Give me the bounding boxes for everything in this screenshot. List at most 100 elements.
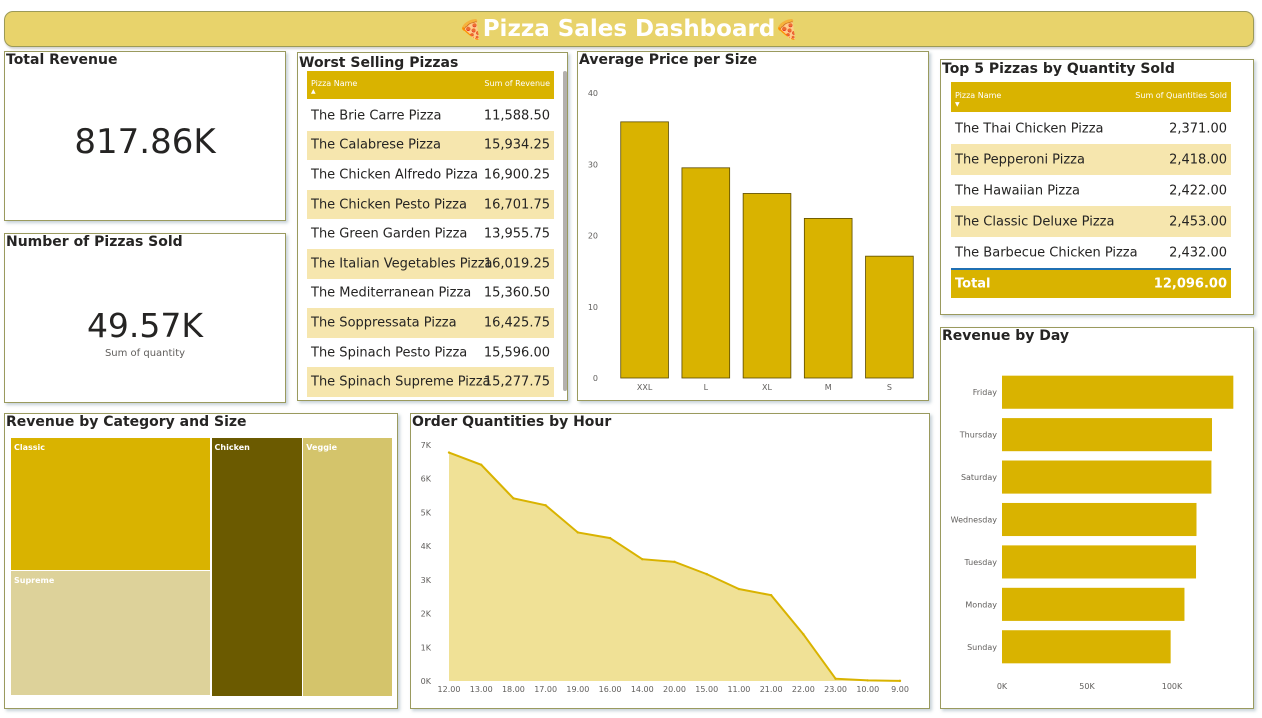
pizza-icon-left: 🍕 bbox=[459, 18, 483, 41]
worst-pizza-value: 11,588.50 bbox=[483, 108, 550, 124]
x-tick-label: M bbox=[825, 383, 832, 392]
treemap-cell-classic[interactable]: Classic bbox=[11, 438, 211, 570]
data-point bbox=[834, 677, 837, 680]
y-tick-label: Friday bbox=[973, 388, 998, 397]
top5-col-qty[interactable]: Sum of Quantities Sold bbox=[1135, 91, 1227, 100]
worst-col-revenue[interactable]: Sum of Revenue bbox=[484, 79, 550, 88]
y-tick-label: 30 bbox=[588, 160, 598, 169]
worst-table-row[interactable]: The Spinach Supreme Pizza 15,277.75 bbox=[307, 367, 554, 397]
order-qty-chart: 0K 1K 2K 3K 4K 5K 6K 7K 12.00 13.00 18.00 17.00 19.0… bbox=[421, 441, 909, 694]
y-tick-label: 40 bbox=[588, 89, 598, 98]
top5-table-row[interactable]: The Pepperoni Pizza 2,418.00 bbox=[951, 144, 1231, 175]
y-tick-label: Saturday bbox=[961, 473, 997, 482]
treemap-cell-veggie[interactable]: Veggie bbox=[303, 438, 393, 696]
revenue-by-day-card[interactable]: Revenue by Day Friday Thursday Saturday Wed… bbox=[940, 327, 1254, 709]
data-point bbox=[866, 679, 869, 682]
top5-pizza-value: 2,453.00 bbox=[1169, 214, 1227, 229]
data-point bbox=[544, 504, 547, 507]
worst-table-row[interactable]: The Chicken Pesto Pizza 16,701.75 bbox=[307, 189, 554, 220]
worst-table-row[interactable]: The Spinach Pesto Pizza 15,596.00 bbox=[307, 338, 554, 368]
worst-pizza-name: The Spinach Supreme Pizza bbox=[311, 374, 491, 390]
total-revenue-card[interactable]: Total Revenue 817.86K bbox=[4, 51, 286, 221]
treemap-chart: Classic Supreme Chicken Veggie bbox=[11, 438, 394, 697]
worst-pizza-name: The Soppressata Pizza bbox=[311, 315, 457, 331]
bar-sunday bbox=[1002, 630, 1171, 664]
top5-table-row[interactable]: The Hawaiian Pizza 2,422.00 bbox=[951, 175, 1231, 206]
worst-table-row[interactable]: The Green Garden Pizza 13,955.75 bbox=[307, 219, 554, 249]
worst-pizza-value: 16,701.75 bbox=[483, 197, 550, 213]
pizzas-sold-title: Number of Pizzas Sold bbox=[6, 234, 183, 250]
top5-total-value: 12,096.00 bbox=[1153, 276, 1227, 292]
worst-pizza-value: 16,900.25 bbox=[483, 167, 550, 183]
worst-pizza-name: The Calabrese Pizza bbox=[311, 137, 441, 153]
top5-table-row[interactable]: The Thai Chicken Pizza 2,371.00 bbox=[951, 113, 1231, 144]
worst-table-row[interactable]: The Brie Carre Pizza 11,588.50 bbox=[307, 101, 554, 131]
top5-table-row[interactable]: The Classic Deluxe Pizza 2,453.00 bbox=[951, 206, 1231, 237]
treemap-card[interactable]: Revenue by Category and Size Classic Supr… bbox=[4, 413, 398, 709]
bar-wednesday bbox=[1002, 502, 1197, 537]
x-tick-label: 13.00 bbox=[470, 685, 493, 694]
bar-saturday bbox=[1002, 460, 1212, 494]
treemap-label: Classic bbox=[14, 443, 46, 452]
worst-table-row[interactable]: The Chicken Alfredo Pizza 16,900.25 bbox=[307, 160, 554, 190]
avg-price-card[interactable]: Average Price per Size 0 10 20 30 40 XXL L XL M S bbox=[577, 51, 929, 401]
worst-pizza-name: The Chicken Alfredo Pizza bbox=[311, 167, 479, 183]
x-tick-label: 12.00 bbox=[438, 685, 461, 694]
top5-pizza-value: 2,418.00 bbox=[1169, 152, 1227, 167]
worst-pizza-value: 15,934.25 bbox=[483, 137, 550, 153]
sort-ascending-icon[interactable]: ▲ bbox=[311, 88, 316, 95]
x-tick-label: L bbox=[704, 383, 709, 392]
top5-pizza-name: The Barbecue Chicken Pizza bbox=[955, 245, 1138, 260]
worst-selling-scrollbar[interactable] bbox=[563, 71, 567, 391]
y-tick-label: 4K bbox=[421, 542, 432, 551]
data-point bbox=[802, 633, 805, 636]
pizzas-sold-card[interactable]: Number of Pizzas Sold 49.57K Sum of quan… bbox=[4, 233, 286, 403]
worst-pizza-value: 13,955.75 bbox=[483, 226, 550, 242]
y-tick-label: 0K bbox=[421, 677, 432, 686]
dashboard-title-banner: 🍕 Pizza Sales Dashboard 🍕 bbox=[4, 11, 1254, 47]
y-tick-label: Tuesday bbox=[963, 558, 997, 567]
worst-selling-card[interactable]: Worst Selling Pizzas Pizza Name Sum of R… bbox=[297, 52, 568, 401]
worst-selling-header[interactable]: Pizza Name Sum of Revenue ▲ bbox=[307, 71, 554, 99]
x-tick-label: 23.00 bbox=[824, 685, 847, 694]
y-tick-label: 1K bbox=[421, 643, 432, 652]
top5-col-name[interactable]: Pizza Name bbox=[955, 91, 1001, 100]
worst-table-row[interactable]: The Calabrese Pizza 15,934.25 bbox=[307, 130, 554, 161]
worst-table-row[interactable]: The Mediterranean Pizza 15,360.50 bbox=[307, 279, 554, 309]
data-point bbox=[447, 451, 451, 454]
bar-xxl bbox=[620, 121, 669, 379]
top5-table-row[interactable]: The Barbecue Chicken Pizza 2,432.00 bbox=[951, 237, 1231, 268]
data-point bbox=[705, 572, 708, 576]
x-tick-label: S bbox=[887, 383, 892, 392]
top5-header[interactable]: Pizza Name Sum of Quantities Sold ▼ bbox=[951, 82, 1231, 112]
x-tick-label: 9.00 bbox=[891, 685, 909, 694]
data-point bbox=[769, 593, 773, 597]
top5-pizza-name: The Thai Chicken Pizza bbox=[955, 121, 1104, 136]
worst-pizza-value: 16,019.25 bbox=[483, 256, 550, 272]
treemap-cell-supreme[interactable]: Supreme bbox=[11, 571, 211, 696]
avg-price-chart: 0 10 20 30 40 XXL L XL M S bbox=[588, 89, 914, 392]
bar-xl bbox=[742, 193, 792, 379]
top5-pizza-name: The Classic Deluxe Pizza bbox=[955, 214, 1115, 229]
worst-pizza-value: 16,425.75 bbox=[483, 315, 550, 331]
bar-m bbox=[803, 217, 853, 379]
x-tick-label: 20.00 bbox=[663, 685, 686, 694]
treemap-cell-chicken[interactable]: Chicken bbox=[211, 438, 302, 696]
treemap-label: Veggie bbox=[306, 443, 338, 452]
x-tick-label: 15.00 bbox=[695, 685, 718, 694]
worst-selling-title: Worst Selling Pizzas bbox=[299, 55, 459, 71]
x-tick-label: XXL bbox=[637, 383, 653, 392]
top5-card[interactable]: Top 5 Pizzas by Quantity Sold Pizza Name… bbox=[940, 59, 1254, 315]
bar-tuesday bbox=[1002, 545, 1197, 579]
order-qty-card[interactable]: Order Quantities by Hour 0K 1K 2K 3K 4K 5K 6K 7… bbox=[410, 413, 930, 709]
worst-table-row[interactable]: The Soppressata Pizza 16,425.75 bbox=[307, 308, 554, 338]
worst-table-row[interactable]: The Italian Vegetables Pizza 16,019.25 bbox=[307, 249, 554, 279]
sort-descending-icon[interactable]: ▼ bbox=[955, 101, 960, 108]
x-tick-label: 17.00 bbox=[534, 685, 557, 694]
x-tick-label: 16.00 bbox=[599, 685, 622, 694]
worst-pizza-name: The Italian Vegetables Pizza bbox=[311, 256, 493, 272]
worst-col-name[interactable]: Pizza Name bbox=[311, 79, 357, 88]
data-point bbox=[576, 531, 580, 534]
worst-pizza-name: The Spinach Pesto Pizza bbox=[311, 345, 468, 361]
y-tick-label: Sunday bbox=[967, 643, 997, 652]
